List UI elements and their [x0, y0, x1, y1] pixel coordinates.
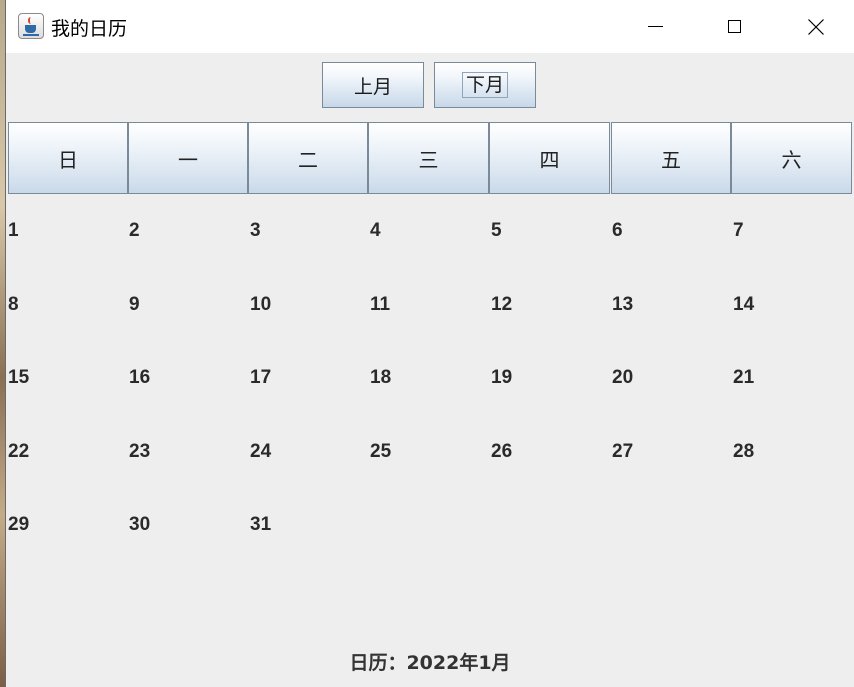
- prev-month-label: 上月: [353, 75, 392, 98]
- day-cell[interactable]: 29: [8, 510, 126, 540]
- day-cell: [491, 510, 609, 540]
- next-month-label: 下月: [461, 72, 508, 98]
- day-cell[interactable]: 26: [491, 437, 609, 467]
- day-cell: [370, 510, 488, 540]
- weekday-header-6[interactable]: 六: [731, 122, 852, 194]
- minimize-button[interactable]: [615, 0, 695, 53]
- day-cell[interactable]: 25: [370, 437, 488, 467]
- minimize-icon: [648, 26, 663, 27]
- day-cell[interactable]: 13: [612, 290, 730, 320]
- weekday-header-4[interactable]: 四: [489, 122, 610, 194]
- prev-month-button[interactable]: 上月: [322, 62, 424, 108]
- calendar-window: 我的日历 上月 下月 日一二三四五六 1 2 3 4 5 6 7 8 9 10 11 12 13 14 15…: [5, 0, 854, 687]
- day-cell[interactable]: 18: [370, 363, 488, 393]
- close-icon: [808, 19, 824, 35]
- day-cell[interactable]: 3: [250, 216, 368, 246]
- day-cell[interactable]: 11: [370, 290, 488, 320]
- title-bar[interactable]: 我的日历: [6, 0, 854, 53]
- maximize-icon: [728, 20, 741, 33]
- day-cell[interactable]: 17: [250, 363, 368, 393]
- day-cell[interactable]: 12: [491, 290, 609, 320]
- day-cell[interactable]: 4: [370, 216, 488, 246]
- day-cell[interactable]: 16: [129, 363, 247, 393]
- window-title: 我的日历: [51, 18, 128, 40]
- day-cell[interactable]: 6: [612, 216, 730, 246]
- day-cell[interactable]: 23: [129, 437, 247, 467]
- weekday-header-2[interactable]: 二: [248, 122, 368, 194]
- weekday-header-5[interactable]: 五: [611, 122, 731, 194]
- day-cell[interactable]: 9: [129, 290, 247, 320]
- day-cell[interactable]: 31: [250, 510, 368, 540]
- day-cell[interactable]: 14: [733, 290, 851, 320]
- weekday-header-1[interactable]: 一: [128, 122, 248, 194]
- day-cell[interactable]: 22: [8, 437, 126, 467]
- maximize-button[interactable]: [695, 0, 775, 53]
- day-cell[interactable]: 20: [612, 363, 730, 393]
- day-cell[interactable]: 28: [733, 437, 851, 467]
- day-cell[interactable]: 24: [250, 437, 368, 467]
- weekday-header-3[interactable]: 三: [368, 122, 489, 194]
- day-cell[interactable]: 2: [129, 216, 247, 246]
- next-month-button[interactable]: 下月: [434, 62, 536, 108]
- day-cell[interactable]: 10: [250, 290, 368, 320]
- day-cell[interactable]: 7: [733, 216, 851, 246]
- day-cell: [612, 510, 730, 540]
- day-cell[interactable]: 15: [8, 363, 126, 393]
- day-cell[interactable]: 19: [491, 363, 609, 393]
- day-cell[interactable]: 5: [491, 216, 609, 246]
- current-month-label: 日历：2022年1月: [349, 652, 511, 674]
- day-cell: [733, 510, 851, 540]
- day-cell[interactable]: 30: [129, 510, 247, 540]
- day-cell[interactable]: 21: [733, 363, 851, 393]
- day-cell[interactable]: 8: [8, 290, 126, 320]
- day-cell[interactable]: 1: [8, 216, 126, 246]
- close-button[interactable]: [775, 0, 854, 53]
- java-cup-icon: [18, 13, 44, 39]
- weekday-header-0[interactable]: 日: [8, 122, 128, 194]
- day-cell[interactable]: 27: [612, 437, 730, 467]
